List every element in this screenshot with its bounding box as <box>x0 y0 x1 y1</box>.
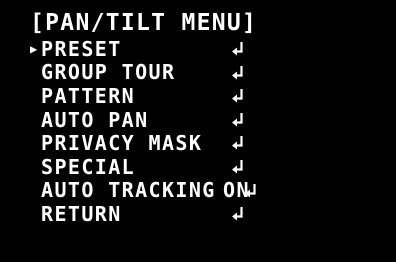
menu-item-pattern[interactable]: PATTERN <box>30 83 243 108</box>
menu-item-auto-pan[interactable]: AUTO PAN <box>30 107 243 132</box>
enter-return-icon <box>232 89 244 103</box>
menu-item-label: PRIVACY MASK <box>41 131 203 156</box>
menu-list: ▶ PRESET GROUP TOUR PATTERN AUTO PAN PRI… <box>30 36 256 226</box>
menu-item-label: PRESET <box>41 36 122 61</box>
menu-item-label: AUTO TRACKING <box>41 178 216 203</box>
enter-return-icon <box>232 136 244 150</box>
menu-item-preset[interactable]: ▶ PRESET <box>30 36 243 61</box>
enter-return-icon <box>232 207 244 221</box>
menu-item-label: GROUP TOUR <box>41 60 176 85</box>
enter-return-icon <box>232 42 244 56</box>
menu-item-label: RETURN <box>41 201 122 226</box>
enter-return-icon <box>245 183 257 198</box>
pan-tilt-osd-menu: [PAN/TILT MENU] ▶ PRESET GROUP TOUR PATT… <box>0 0 396 262</box>
menu-item-special[interactable]: SPECIAL <box>30 154 243 179</box>
enter-return-icon <box>232 65 244 80</box>
selection-cursor-icon: ▶ <box>30 41 39 56</box>
menu-title: [PAN/TILT MENU] <box>30 10 258 36</box>
menu-item-label: AUTO PAN <box>41 107 149 132</box>
menu-item-group-tour[interactable]: GROUP TOUR <box>30 60 243 85</box>
menu-item-return[interactable]: RETURN <box>30 201 243 226</box>
menu-item-auto-tracking[interactable]: AUTO TRACKING ON <box>30 178 256 203</box>
menu-item-label: PATTERN <box>41 83 136 108</box>
enter-return-icon <box>232 112 244 127</box>
menu-item-privacy-mask[interactable]: PRIVACY MASK <box>30 131 243 156</box>
menu-item-label: SPECIAL <box>41 154 136 179</box>
enter-return-icon <box>232 159 244 174</box>
